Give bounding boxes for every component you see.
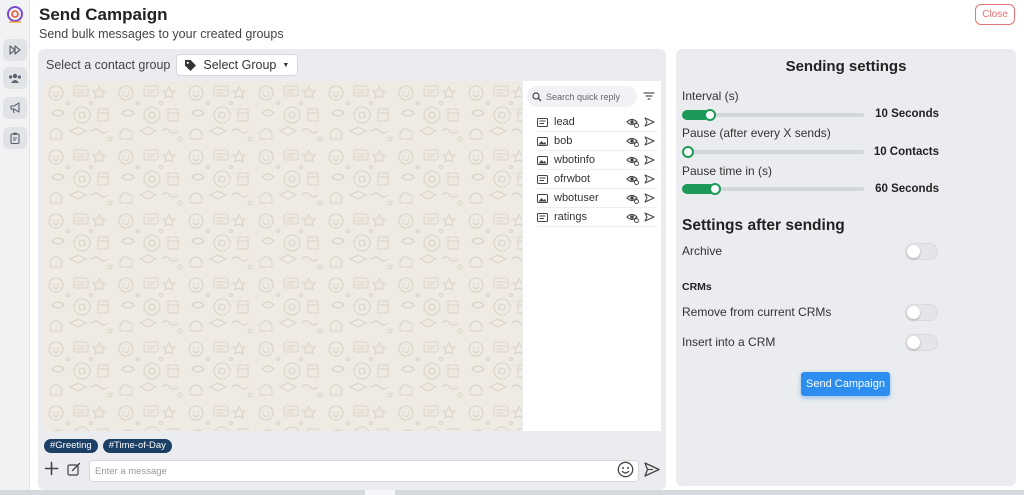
- contact-group-label: Select a contact group: [46, 58, 171, 72]
- pause-time-value: 60 Seconds: [875, 183, 939, 195]
- users-icon: [9, 73, 21, 83]
- quick-reply-item-ofrwbot[interactable]: ofrwbot: [537, 170, 657, 189]
- remove-crm-toggle[interactable]: [905, 304, 938, 321]
- crms-title: CRMs: [682, 281, 712, 293]
- plus-icon[interactable]: [44, 461, 59, 476]
- toggle-knob: [907, 245, 920, 258]
- sending-settings-panel: Sending settings Interval (s) 10 Seconds…: [676, 49, 1016, 486]
- clipboard-icon: [10, 132, 20, 144]
- interval-value: 10 Seconds: [875, 108, 939, 120]
- sidebar-item-contacts[interactable]: [3, 67, 27, 89]
- preview-eye-icon[interactable]: [626, 174, 639, 185]
- send-arrow-icon[interactable]: [644, 136, 655, 146]
- pause-slider[interactable]: [682, 146, 864, 158]
- scrollbar-gap: [365, 490, 395, 495]
- quick-reply-label: wbotinfo: [554, 154, 595, 166]
- sending-settings-title: Sending settings: [785, 58, 907, 75]
- send-arrow-icon[interactable]: [644, 117, 655, 127]
- quick-reply-label: bob: [554, 135, 573, 147]
- send-campaign-button[interactable]: Send Campaign: [801, 372, 890, 396]
- image-icon: [537, 193, 548, 204]
- archive-toggle[interactable]: [905, 243, 938, 260]
- archive-label: Archive: [682, 244, 723, 258]
- interval-slider[interactable]: [682, 109, 864, 121]
- quick-reply-panel: Search quick reply lead bob wbotinfo ofr…: [523, 81, 661, 431]
- slider-thumb[interactable]: [704, 109, 716, 121]
- close-button[interactable]: Close: [975, 4, 1015, 25]
- sidebar-item-reports[interactable]: [3, 127, 27, 149]
- tag-greeting[interactable]: #Greeting: [44, 439, 98, 453]
- text-file-icon: [537, 212, 548, 223]
- send-arrow-icon[interactable]: [644, 174, 655, 184]
- pause-time-slider[interactable]: [682, 183, 864, 195]
- sidebar-item-broadcast[interactable]: [3, 97, 27, 119]
- sidebar-item-campaigns[interactable]: [3, 39, 27, 61]
- quick-reply-label: ofrwbot: [554, 173, 591, 185]
- quick-reply-label: wbotuser: [554, 192, 599, 204]
- quick-reply-item-bob[interactable]: bob: [537, 132, 657, 151]
- tag-icon: [185, 59, 197, 71]
- horizontal-scrollbar[interactable]: [0, 490, 1024, 495]
- insert-crm-label: Insert into a CRM: [682, 335, 776, 349]
- caret-down-icon: ▼: [282, 61, 290, 69]
- send-arrow-icon[interactable]: [644, 155, 655, 165]
- preview-eye-icon[interactable]: [626, 117, 639, 128]
- message-composer: [44, 459, 666, 483]
- page-title: Send Campaign: [39, 5, 168, 24]
- edit-icon[interactable]: [67, 462, 81, 476]
- text-file-icon: [537, 174, 548, 185]
- contact-group-row: Select a contact group Select Group ▼: [46, 54, 299, 76]
- send-message-icon[interactable]: [644, 462, 660, 477]
- left-rail: [0, 0, 30, 495]
- after-sending-title: Settings after sending: [682, 217, 845, 234]
- quick-reply-item-ratings[interactable]: ratings: [537, 208, 657, 227]
- quick-reply-item-lead[interactable]: lead: [537, 113, 657, 132]
- megaphone-icon: [10, 102, 20, 114]
- slider-thumb[interactable]: [709, 183, 721, 195]
- slider-thumb[interactable]: [682, 146, 694, 158]
- toggle-knob: [907, 306, 920, 319]
- preview-eye-icon[interactable]: [626, 212, 639, 223]
- search-icon: [532, 91, 542, 101]
- remove-crm-label: Remove from current CRMs: [682, 305, 832, 319]
- fast-forward-icon: [9, 45, 21, 55]
- variable-tags: #Greeting #Time-of-Day: [44, 439, 172, 453]
- quick-reply-item-wbotinfo[interactable]: wbotinfo: [537, 151, 657, 170]
- send-arrow-icon[interactable]: [644, 193, 655, 203]
- chat-doodle-background: [44, 81, 522, 431]
- image-icon: [537, 155, 548, 166]
- quick-reply-search[interactable]: Search quick reply: [527, 86, 637, 107]
- quick-reply-search-placeholder: Search quick reply: [546, 91, 621, 102]
- emoji-icon[interactable]: [617, 461, 634, 478]
- tag-time-of-day[interactable]: #Time-of-Day: [102, 439, 172, 453]
- interval-label: Interval (s): [682, 89, 739, 103]
- pause-time-label: Pause time in (s): [682, 164, 773, 178]
- quick-reply-label: lead: [554, 116, 575, 128]
- toggle-knob: [907, 336, 920, 349]
- app-logo-icon: [7, 6, 23, 23]
- pause-value: 10 Contacts: [873, 146, 939, 158]
- preview-eye-icon[interactable]: [626, 136, 639, 147]
- quick-reply-item-wbotuser[interactable]: wbotuser: [537, 189, 657, 208]
- text-file-icon: [537, 117, 548, 128]
- page-subtitle: Send bulk messages to your created group…: [39, 27, 284, 41]
- message-input[interactable]: [89, 460, 639, 482]
- image-icon: [537, 136, 548, 147]
- chat-preview-area: [44, 81, 522, 431]
- preview-eye-icon[interactable]: [626, 193, 639, 204]
- insert-crm-toggle[interactable]: [905, 334, 938, 351]
- quick-reply-label: ratings: [554, 211, 588, 223]
- select-group-dropdown[interactable]: Select Group ▼: [176, 54, 299, 76]
- quick-reply-list: lead bob wbotinfo ofrwbot wbotuser ratin…: [537, 113, 657, 227]
- filter-icon[interactable]: [643, 90, 655, 102]
- preview-eye-icon[interactable]: [626, 155, 639, 166]
- campaign-compose-panel: Select a contact group Select Group ▼ Se…: [38, 49, 666, 490]
- send-arrow-icon[interactable]: [644, 212, 655, 222]
- select-group-label: Select Group: [203, 58, 277, 72]
- pause-label: Pause (after every X sends): [682, 126, 831, 140]
